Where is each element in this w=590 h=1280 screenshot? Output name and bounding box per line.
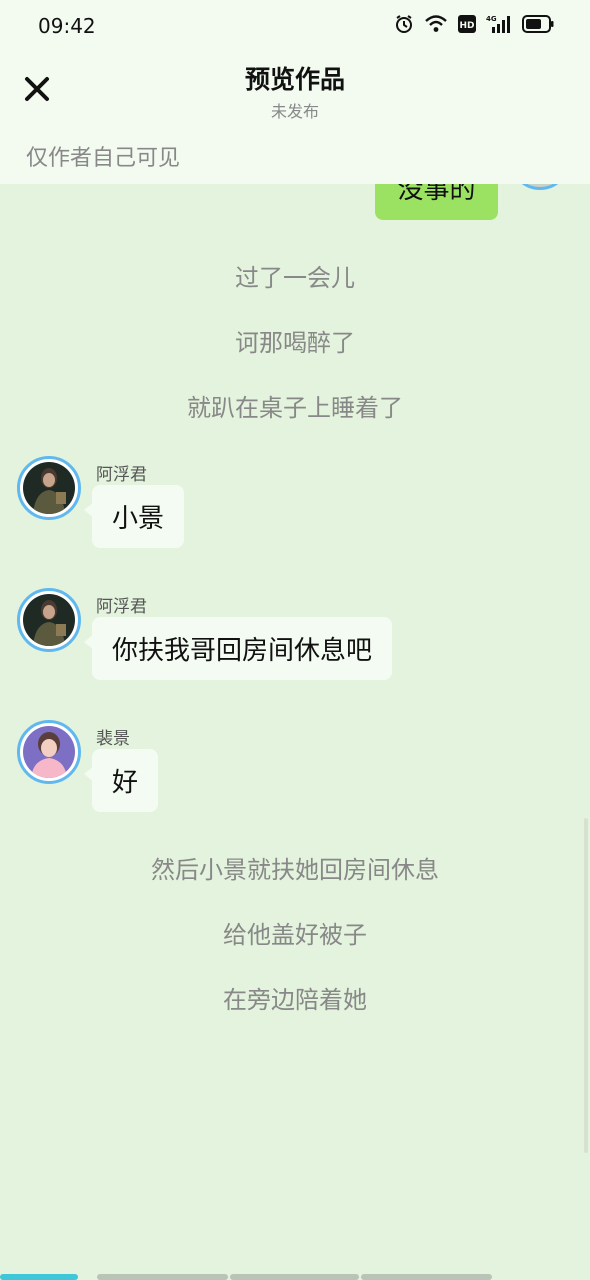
- sender-name: 裴景: [96, 729, 130, 749]
- hd-icon: HD: [458, 15, 476, 33]
- character-portrait-icon: [23, 726, 75, 778]
- svg-text:HD: HD: [459, 21, 474, 31]
- wifi-icon: [425, 15, 447, 32]
- chat-area[interactable]: 没事的 过了一会儿 诃那喝醉了 就趴在桌子上睡着了 阿浮君 小景 阿浮君 你扶我…: [0, 0, 590, 1280]
- battery-icon: [522, 15, 554, 33]
- progress-segment: [361, 1274, 492, 1280]
- message-bubble-left: 小景: [92, 485, 185, 548]
- narration-text: 就趴在桌子上睡着了: [187, 394, 403, 422]
- message-bubble-left: 好: [92, 749, 159, 812]
- narration-text: 诃那喝醉了: [235, 329, 355, 357]
- status-icons: HD 4G: [394, 14, 554, 34]
- status-bar: 09:42 HD 4G: [0, 0, 590, 52]
- narration-text: 过了一会儿: [235, 264, 355, 292]
- narration-text: 然后小景就扶她回房间休息: [151, 856, 439, 884]
- page-subtitle: 未发布: [270, 102, 319, 121]
- page-title: 预览作品: [244, 65, 345, 94]
- character-portrait-icon: [23, 594, 75, 646]
- avatar[interactable]: [17, 720, 81, 784]
- story-progress: [0, 1274, 590, 1280]
- alarm-icon: [396, 15, 412, 33]
- header: 预览作品 未发布 仅作者自己可见: [0, 52, 590, 184]
- avatar[interactable]: [17, 456, 81, 520]
- svg-text:4G: 4G: [486, 15, 497, 23]
- visibility-note: 仅作者自己可见: [26, 146, 181, 171]
- progress-segment: [97, 1274, 228, 1280]
- narration-text: 在旁边陪着她: [223, 986, 367, 1014]
- signal-4g-icon: 4G: [486, 15, 510, 33]
- narration-text: 给他盖好被子: [223, 921, 367, 949]
- progress-segment-active: [0, 1274, 78, 1280]
- avatar[interactable]: [17, 588, 81, 652]
- sender-name: 阿浮君: [96, 465, 147, 485]
- message-text: 好: [112, 768, 139, 798]
- progress-segment: [230, 1274, 359, 1280]
- message-text: 你扶我哥回房间休息吧: [112, 636, 373, 666]
- status-time: 09:42: [38, 14, 96, 38]
- message-bubble-left: 你扶我哥回房间休息吧: [92, 617, 393, 680]
- scrollbar[interactable]: [584, 818, 588, 1153]
- character-portrait-icon: [23, 462, 75, 514]
- sender-name: 阿浮君: [96, 597, 147, 617]
- message-text: 小景: [112, 504, 165, 534]
